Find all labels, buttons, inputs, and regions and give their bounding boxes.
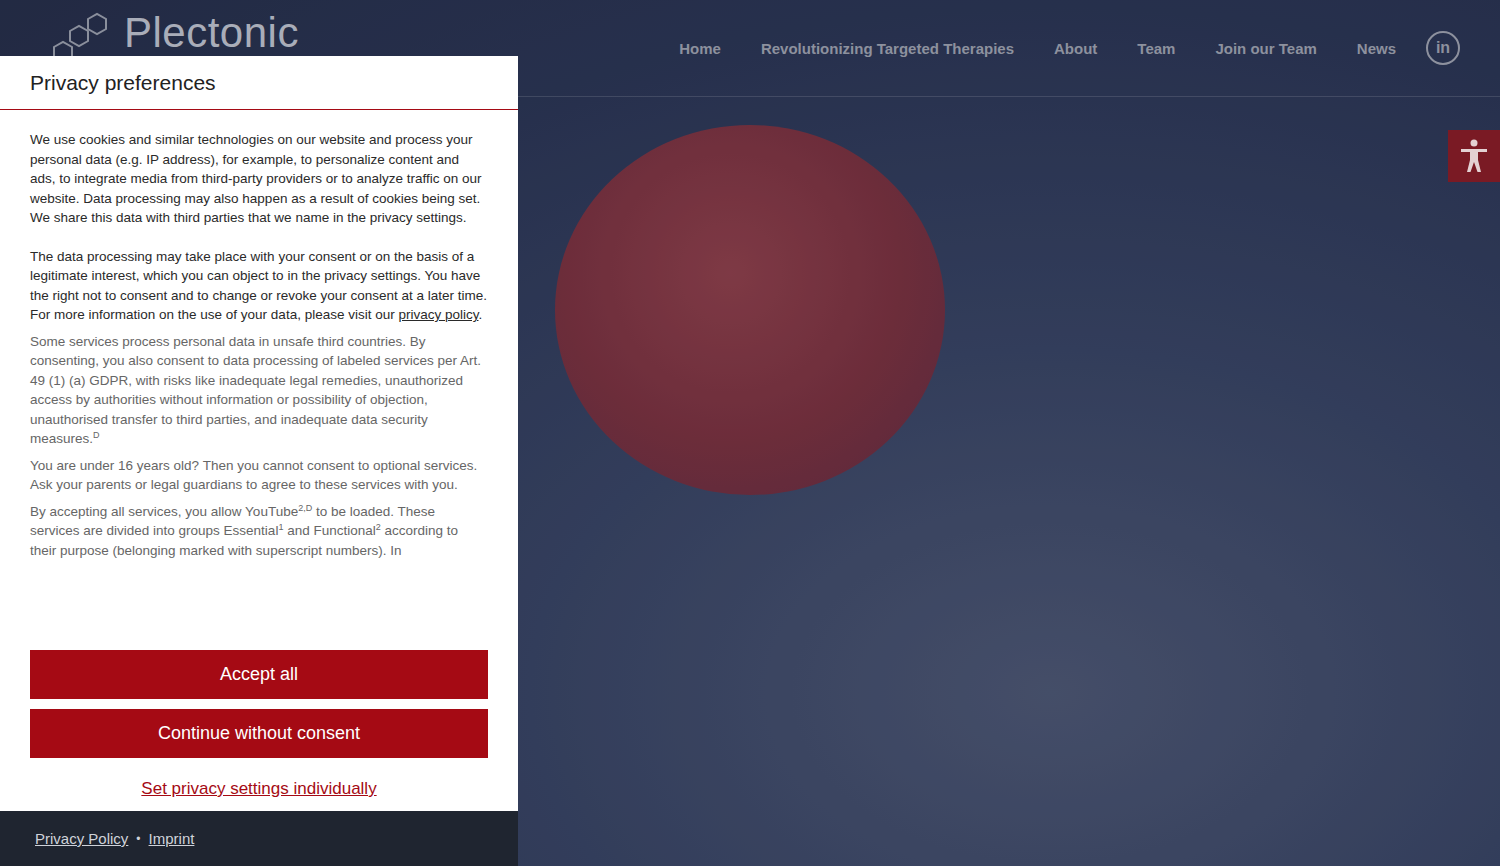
dialog-paragraph: By accepting all services, you allow You… bbox=[30, 502, 488, 561]
dialog-actions: Accept all Continue without consent Set pr… bbox=[0, 640, 518, 799]
main-nav: Home Revolutionizing Targeted Therapies Ab… bbox=[679, 31, 1460, 65]
accessibility-person-icon bbox=[1459, 139, 1489, 173]
paragraph-text: By accepting all services, you allow You… bbox=[30, 504, 298, 519]
paragraph-text: We use cookies and similar technologies … bbox=[30, 132, 481, 225]
hexagon-logo-icon bbox=[52, 9, 122, 57]
dialog-paragraph: We use cookies and similar technologies … bbox=[30, 130, 488, 228]
superscript: D bbox=[93, 430, 100, 440]
paragraph-text: Some services process personal data in u… bbox=[30, 334, 481, 447]
footer-link[interactable]: Imprint bbox=[149, 830, 195, 847]
separator: • bbox=[136, 832, 140, 846]
page: Plectonic Home Revolutionizing Targeted Th… bbox=[0, 0, 1500, 866]
footer-link[interactable]: Privacy Policy bbox=[35, 830, 128, 847]
dialog-paragraph: Some services process personal data in u… bbox=[30, 332, 488, 449]
paragraph-text: You are under 16 years old? Then you can… bbox=[30, 458, 477, 493]
superscript: 2 bbox=[376, 522, 381, 532]
dialog-paragraph: The data processing may take place with … bbox=[30, 247, 488, 325]
superscript: 2,D bbox=[298, 502, 312, 512]
paragraph-text: . bbox=[478, 307, 482, 322]
privacy-dialog: Privacy preferences We use cookies and si… bbox=[0, 56, 518, 866]
nav-item[interactable]: Team bbox=[1137, 40, 1175, 57]
linkedin-icon[interactable]: in bbox=[1426, 31, 1460, 65]
consent-button[interactable]: Accept all bbox=[30, 650, 488, 699]
privacy-policy-link[interactable]: privacy policy bbox=[398, 307, 478, 322]
consent-button[interactable]: Continue without consent bbox=[30, 709, 488, 758]
dialog-footer: Privacy Policy • Imprint bbox=[0, 811, 518, 866]
paragraph-text: and Functional bbox=[283, 523, 375, 538]
nav-item[interactable]: News bbox=[1357, 40, 1396, 57]
dialog-body[interactable]: We use cookies and similar technologies … bbox=[0, 110, 518, 640]
logo[interactable]: Plectonic bbox=[52, 9, 299, 57]
superscript: 1 bbox=[278, 522, 283, 532]
dialog-title: Privacy preferences bbox=[0, 56, 518, 110]
nav-item[interactable]: Home bbox=[679, 40, 721, 57]
accessibility-button[interactable] bbox=[1448, 130, 1500, 182]
individual-settings-link[interactable]: Set privacy settings individually bbox=[30, 779, 488, 799]
logo-text: Plectonic bbox=[124, 9, 299, 57]
dialog-paragraph: You are under 16 years old? Then you can… bbox=[30, 456, 488, 495]
nav-item[interactable]: About bbox=[1054, 40, 1097, 57]
nav-item[interactable]: Join our Team bbox=[1215, 40, 1316, 57]
scroll-fade bbox=[0, 626, 518, 640]
nav-item[interactable]: Revolutionizing Targeted Therapies bbox=[761, 40, 1014, 57]
